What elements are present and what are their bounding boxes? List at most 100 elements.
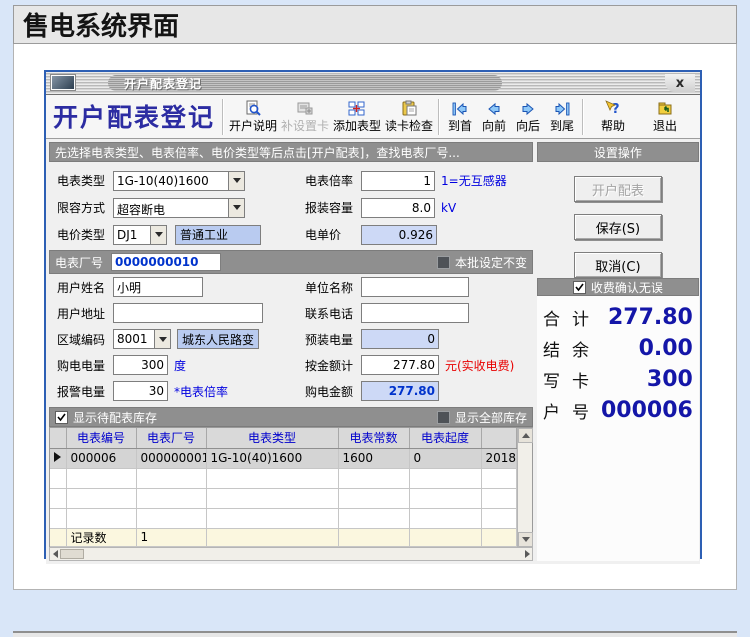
open-account-config-button: 开户配表 bbox=[573, 176, 662, 202]
factory-number-bar: 电表厂号 0000000010 本批设定不变 bbox=[49, 250, 533, 274]
total-value: 277.80 bbox=[607, 305, 693, 330]
table-row-selected[interactable]: 000006 0000000010 1G-10(40)1600 1600 0 2… bbox=[50, 448, 517, 469]
horizontal-scrollbar[interactable] bbox=[49, 546, 533, 561]
row-indicator-header bbox=[50, 428, 67, 449]
area-code-label: 区域编码 bbox=[57, 332, 106, 347]
phone-input[interactable] bbox=[361, 303, 469, 323]
col-header-meter-type[interactable]: 电表类型 bbox=[206, 428, 339, 449]
purchase-qty-input[interactable]: 300 bbox=[113, 355, 168, 375]
area-code-combobox[interactable]: 8001 bbox=[113, 329, 171, 349]
cancel-button[interactable]: 取消(C) bbox=[573, 252, 662, 278]
purchase-qty-label: 购电电量 bbox=[57, 358, 106, 373]
table-row-empty[interactable] bbox=[50, 488, 517, 509]
chevron-down-icon[interactable] bbox=[154, 330, 170, 348]
preset-qty-label: 预装电量 bbox=[305, 332, 354, 347]
purchase-amount-label: 购电金额 bbox=[305, 384, 354, 399]
page-title: 售电系统界面 bbox=[23, 12, 180, 42]
dialog-title: 开户配表登记 bbox=[124, 76, 203, 91]
go-first-button[interactable]: 到首 bbox=[443, 96, 477, 138]
by-amount-input[interactable]: 277.80 bbox=[361, 355, 439, 375]
phone-label: 联系电话 bbox=[305, 306, 354, 321]
unit-price-label: 电单价 bbox=[305, 228, 342, 242]
form-row: 用户地址 联系电话 bbox=[49, 300, 533, 326]
setup-card-button: 补设置卡 bbox=[279, 96, 331, 138]
org-name-input[interactable] bbox=[361, 277, 469, 297]
summary-row-total: 合计 277.80 bbox=[543, 302, 693, 333]
show-pending-label: 显示待配表库存 bbox=[73, 410, 158, 425]
preset-qty-field: 0 bbox=[361, 329, 439, 349]
user-name-input[interactable]: 小明 bbox=[113, 277, 203, 297]
exit-icon bbox=[656, 100, 674, 117]
close-icon: x bbox=[675, 75, 685, 91]
cell-constant: 1600 bbox=[338, 448, 410, 469]
alarm-qty-input[interactable]: 30 bbox=[113, 381, 168, 401]
scroll-down-button[interactable] bbox=[518, 531, 533, 547]
meter-ratio-hint: 1=无互感器 bbox=[441, 174, 507, 188]
table-row-empty[interactable] bbox=[50, 468, 517, 489]
go-last-button[interactable]: 到尾 bbox=[545, 96, 579, 138]
form-row: 购电电量 300 度 按金额计 277.80 元(实收电费) bbox=[49, 352, 533, 378]
read-card-check-button[interactable]: 读卡检查 bbox=[383, 96, 435, 138]
scroll-up-button[interactable] bbox=[518, 428, 533, 443]
meter-inventory-table: 电表编号 电表厂号 电表类型 电表常数 电表起度 000006 00000000… bbox=[49, 427, 533, 547]
check-icon bbox=[575, 283, 584, 291]
cell-meter-no: 000006 bbox=[66, 448, 137, 469]
table-row-empty[interactable] bbox=[50, 508, 517, 529]
toolbar: 开户配表登记 开户说明 补设置卡 添加表型 读卡检查 到首 向前 向后 到尾 ?… bbox=[46, 95, 700, 139]
chevron-down-icon[interactable] bbox=[228, 198, 244, 217]
factory-number-label: 电表厂号 bbox=[55, 255, 104, 270]
col-header-factory-no[interactable]: 电表厂号 bbox=[136, 428, 207, 449]
exit-button[interactable]: 退出 bbox=[639, 96, 691, 138]
summary-row-account-no: 户号 000006 bbox=[543, 395, 693, 426]
scrollbar-thumb[interactable] bbox=[60, 548, 84, 559]
user-name-label: 用户姓名 bbox=[57, 280, 106, 295]
price-type-combobox[interactable]: DJ1 bbox=[113, 224, 167, 245]
record-count-label: 记录数 bbox=[66, 528, 137, 547]
meter-type-label: 电表类型 bbox=[57, 174, 106, 188]
form-row: 电价类型 DJ1 普通工业 电单价 0.926 bbox=[49, 221, 533, 248]
show-all-checkbox[interactable] bbox=[436, 410, 450, 424]
left-form-column: 先选择电表类型、电表倍率、电价类型等后点击[开户配表]，查找电表厂号... 电表… bbox=[49, 142, 533, 561]
record-count-row: 记录数 1 bbox=[50, 528, 517, 547]
meter-ratio-input[interactable]: 1 bbox=[361, 170, 435, 191]
show-pending-checkbox[interactable] bbox=[55, 410, 68, 424]
toolbar-button-label: 退出 bbox=[653, 118, 678, 133]
cell-start-reading: 0 bbox=[409, 448, 482, 469]
add-meter-type-button[interactable]: 添加表型 bbox=[331, 96, 383, 138]
factory-number-input[interactable]: 0000000010 bbox=[111, 253, 221, 271]
price-type-label: 电价类型 bbox=[57, 228, 106, 242]
batch-fixed-checkbox[interactable] bbox=[436, 255, 450, 269]
unit-price-field: 0.926 bbox=[361, 224, 437, 245]
user-address-input[interactable] bbox=[113, 303, 263, 323]
vertical-scrollbar[interactable] bbox=[517, 428, 533, 547]
toolbar-button-label: 补设置卡 bbox=[281, 118, 330, 133]
nav-next-icon bbox=[519, 100, 537, 117]
chevron-down-icon[interactable] bbox=[228, 171, 244, 190]
current-row-indicator-icon bbox=[54, 452, 61, 462]
summary-row-balance: 结余 0.00 bbox=[543, 333, 693, 364]
go-next-button[interactable]: 向后 bbox=[511, 96, 545, 138]
meter-type-combobox[interactable]: 1G-10(40)1600 bbox=[113, 170, 245, 191]
factory-number-value: 0000000010 bbox=[115, 255, 199, 269]
batch-fixed-label: 本批设定不变 bbox=[454, 255, 527, 270]
col-header-start-reading[interactable]: 电表起度 bbox=[409, 428, 482, 449]
close-button[interactable]: x bbox=[665, 74, 695, 92]
open-account-help-button[interactable]: 开户说明 bbox=[227, 96, 279, 138]
dialog-titlebar[interactable]: 开户配表登记 x bbox=[46, 72, 700, 95]
capacity-input[interactable]: 8.0 bbox=[361, 197, 435, 218]
write-card-label: 写卡 bbox=[543, 372, 601, 392]
col-header-extra[interactable] bbox=[481, 428, 517, 449]
col-header-constant[interactable]: 电表常数 bbox=[338, 428, 410, 449]
save-button[interactable]: 保存(S) bbox=[573, 214, 662, 240]
limit-mode-combobox[interactable]: 超容断电 bbox=[113, 197, 245, 218]
nav-last-icon bbox=[553, 100, 571, 117]
alarm-qty-label: 报警电量 bbox=[57, 384, 106, 399]
go-previous-button[interactable]: 向前 bbox=[477, 96, 511, 138]
limit-mode-label: 限容方式 bbox=[57, 201, 106, 215]
fee-confirm-checkbox[interactable] bbox=[572, 280, 586, 294]
hint-bar: 先选择电表类型、电表倍率、电价类型等后点击[开户配表]，查找电表厂号... bbox=[49, 142, 533, 162]
chevron-down-icon[interactable] bbox=[150, 225, 166, 244]
help-button[interactable]: ? 帮助 bbox=[587, 96, 639, 138]
toolbar-button-label: 帮助 bbox=[601, 118, 626, 133]
col-header-meter-no[interactable]: 电表编号 bbox=[66, 428, 137, 449]
